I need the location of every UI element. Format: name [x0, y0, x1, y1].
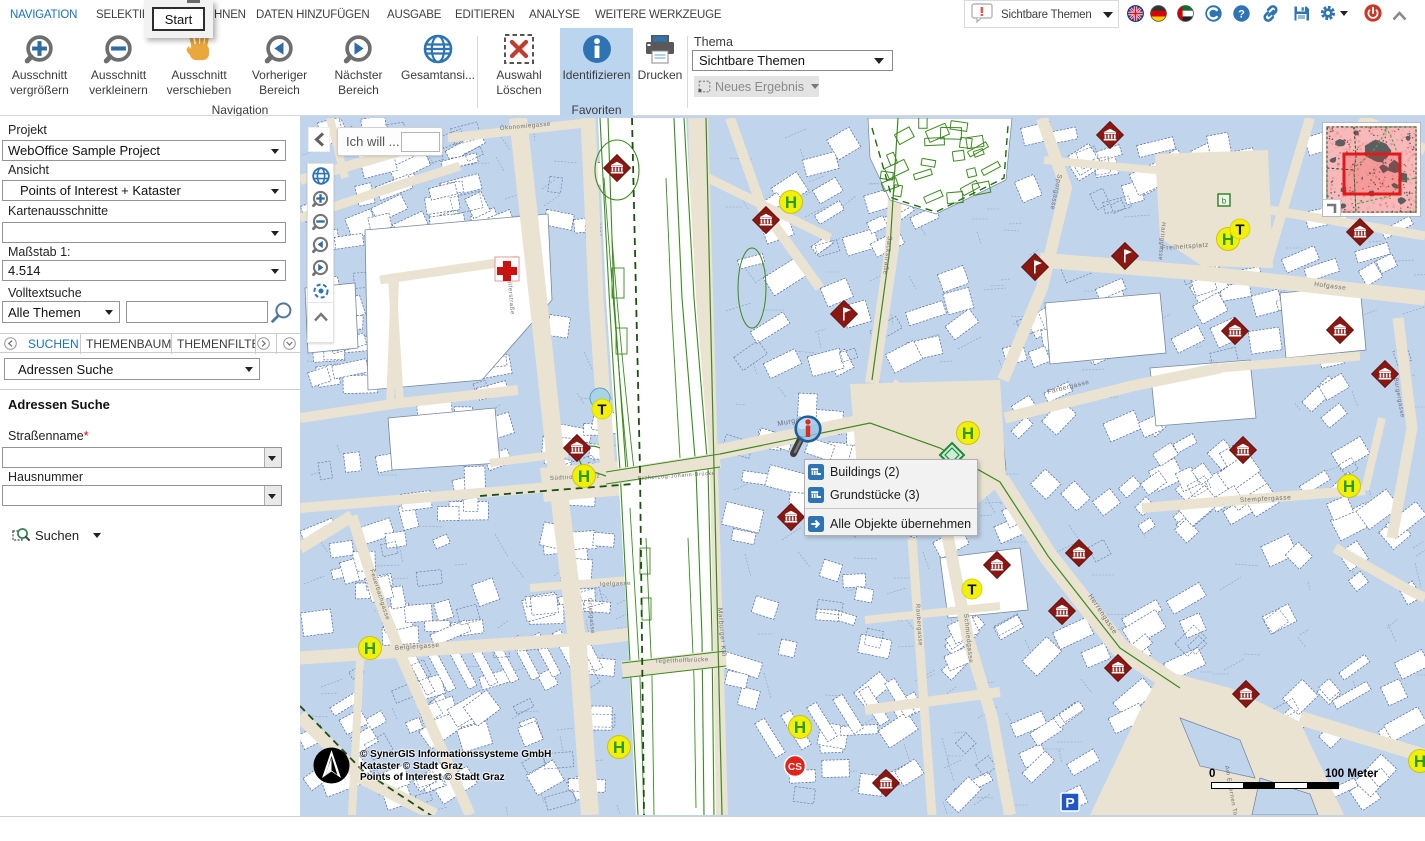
svg-text:H: H	[1343, 477, 1355, 496]
svg-text:?: ?	[1238, 9, 1245, 21]
svg-text:H: H	[962, 424, 974, 443]
svg-text:T: T	[1235, 222, 1244, 239]
svg-text:b: b	[1222, 197, 1227, 206]
svg-text:P: P	[1065, 795, 1074, 811]
svg-text:CS: CS	[788, 762, 802, 773]
svg-text:H: H	[364, 639, 376, 658]
svg-text:H: H	[794, 718, 806, 737]
svg-text:Igelgasse: Igelgasse	[600, 581, 631, 588]
svg-text:T: T	[597, 402, 606, 419]
svg-text:H: H	[1414, 752, 1425, 771]
svg-text:H: H	[578, 467, 590, 486]
svg-text:T: T	[967, 582, 976, 599]
svg-text:H: H	[785, 193, 797, 212]
